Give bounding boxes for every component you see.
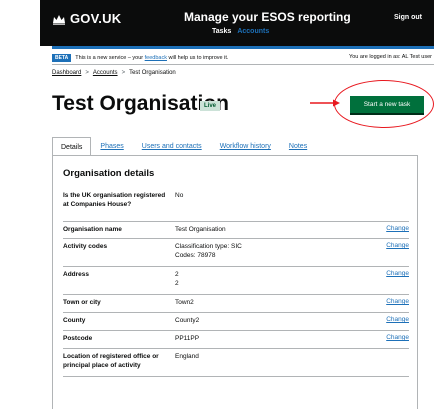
- row-value: Test Organisation: [175, 226, 226, 233]
- phase-text-before: This is a new service – your: [75, 54, 144, 61]
- row-value: No: [175, 192, 184, 199]
- header-border: [52, 46, 434, 49]
- tab-users-and-contacts[interactable]: Users and contacts: [133, 137, 211, 156]
- section-heading: Organisation details: [63, 168, 155, 179]
- beta-tag: BETA: [52, 53, 72, 62]
- summary-row-county: County County2 Change: [63, 313, 409, 331]
- row-key: Location of registered office or princip…: [63, 353, 159, 369]
- row-key: Activity codes: [63, 243, 108, 250]
- crown-icon: [53, 14, 65, 25]
- row-key: County: [63, 317, 86, 324]
- row-key: Is the UK organisation registered at Com…: [63, 192, 166, 208]
- row-value: England: [175, 353, 199, 360]
- row-key: Postcode: [63, 335, 93, 342]
- row-value: Classification type: SIC Codes: 78978: [175, 243, 242, 259]
- tab-phases[interactable]: Phases: [91, 137, 132, 156]
- summary-row-postcode: Postcode PP11PP Change: [63, 331, 409, 349]
- tab-workflow-history[interactable]: Workflow history: [211, 137, 280, 156]
- summary-row-companies-house: Is the UK organisation registered at Com…: [63, 188, 409, 222]
- sign-out-link[interactable]: Sign out: [394, 14, 422, 21]
- change-link[interactable]: Change: [386, 225, 409, 232]
- status-badge: Live: [200, 101, 221, 111]
- details-panel: Organisation details Is the UK organisat…: [52, 155, 418, 409]
- row-key: Town or city: [63, 299, 101, 306]
- row-key: Organisation name: [63, 226, 122, 233]
- logo-text: GOV.UK: [70, 11, 122, 26]
- summary-row-registered-location: Location of registered office or princip…: [63, 349, 409, 377]
- feedback-link[interactable]: feedback: [145, 55, 167, 61]
- row-key: Address: [63, 271, 90, 278]
- phase-text-after: will help us to improve it.: [168, 54, 229, 61]
- nav-accounts[interactable]: Accounts: [237, 28, 269, 35]
- row-value: Town2: [175, 299, 194, 306]
- tab-list: Details Phases Users and contacts Workfl…: [52, 137, 418, 156]
- service-name[interactable]: Manage your ESOS reporting: [184, 10, 351, 24]
- breadcrumb-current: Test Organisation: [129, 70, 176, 76]
- row-value: 2 2: [175, 271, 179, 287]
- change-link[interactable]: Change: [386, 334, 409, 341]
- breadcrumb-dashboard[interactable]: Dashboard: [52, 70, 81, 76]
- tab-notes[interactable]: Notes: [280, 137, 316, 156]
- logged-in-text: You are logged in as: AL Test user: [349, 54, 432, 60]
- phase-banner: BETA This is a new service – your feedba…: [52, 51, 434, 65]
- row-value: County2: [175, 317, 200, 324]
- breadcrumb-accounts[interactable]: Accounts: [93, 70, 118, 76]
- nav-tasks[interactable]: Tasks: [212, 28, 231, 35]
- govuk-logo[interactable]: GOV.UK: [52, 11, 121, 26]
- breadcrumb: Dashboard > Accounts > Test Organisation: [52, 70, 176, 76]
- summary-row-town-or-city: Town or city Town2 Change: [63, 295, 409, 313]
- header: GOV.UK Manage your ESOS reporting Tasks …: [40, 0, 434, 46]
- summary-row-activity-codes: Activity codes Classification type: SIC …: [63, 239, 409, 267]
- change-link[interactable]: Change: [386, 242, 409, 249]
- summary-row-organisation-name: Organisation name Test Organisation Chan…: [63, 222, 409, 239]
- breadcrumb-separator: >: [85, 70, 89, 76]
- tab-details[interactable]: Details: [52, 137, 92, 156]
- row-value: PP11PP: [175, 335, 200, 342]
- change-link[interactable]: Change: [386, 316, 409, 323]
- start-new-task-button[interactable]: Start a new task: [350, 96, 424, 113]
- summary-row-address: Address 2 2 Change: [63, 267, 409, 295]
- breadcrumb-separator: >: [121, 70, 126, 76]
- header-nav: Tasks Accounts: [212, 28, 269, 35]
- change-link[interactable]: Change: [386, 270, 409, 277]
- change-link[interactable]: Change: [386, 298, 409, 305]
- phase-text: This is a new service – your feedback wi…: [75, 55, 228, 61]
